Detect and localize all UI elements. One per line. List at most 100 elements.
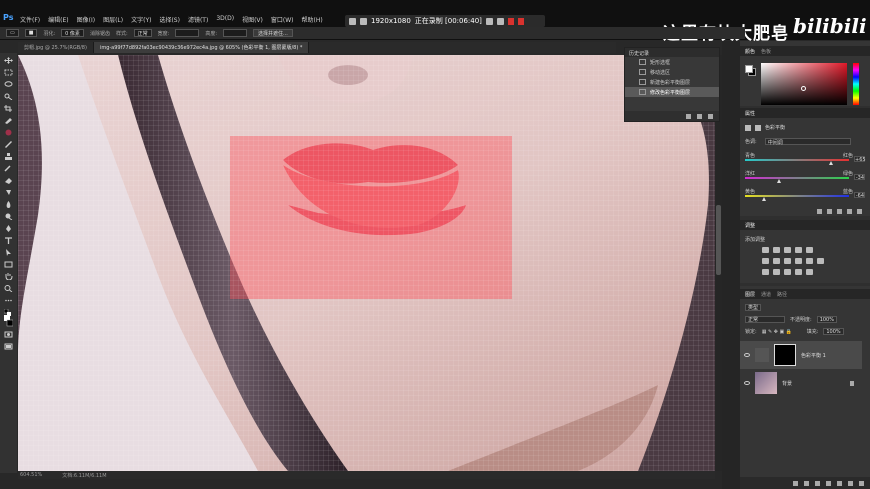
clip-to-layer-icon[interactable] — [817, 208, 822, 214]
blur-tool-icon[interactable] — [4, 201, 13, 208]
style-select[interactable]: 正常 — [133, 29, 152, 37]
slider-track[interactable] — [745, 159, 849, 161]
menu-3d[interactable]: 3D(D) — [216, 15, 234, 24]
hue-slider[interactable] — [853, 63, 859, 105]
slider-knob[interactable] — [829, 161, 834, 165]
tab-document-2[interactable]: img-a99f77d892fa03ec90439c36e972ec4a.jpg… — [93, 42, 310, 53]
type-tool-icon[interactable] — [4, 237, 13, 244]
foreground-color-swatch[interactable] — [745, 65, 753, 73]
menu-help[interactable]: 帮助(H) — [302, 15, 323, 24]
color-balance-adjust-icon[interactable] — [773, 258, 780, 264]
quick-select-tool-icon[interactable] — [4, 93, 13, 100]
reset-icon[interactable] — [837, 208, 842, 214]
magenta-green-slider[interactable]: 洋红 绿色 -34 — [745, 170, 865, 188]
new-group-icon[interactable] — [837, 480, 842, 486]
lock-options[interactable]: ▦ ✎ ✥ ▣ 🔒 — [762, 329, 802, 335]
gradient-tool-icon[interactable] — [4, 189, 13, 196]
screen-mode-icon[interactable] — [4, 343, 13, 350]
pen-icon[interactable] — [496, 17, 504, 25]
posterize-icon[interactable] — [773, 269, 780, 275]
new-adjustment-icon[interactable] — [826, 480, 831, 486]
new-layer-icon[interactable] — [848, 480, 853, 486]
scrollbar-thumb[interactable] — [716, 205, 721, 275]
yellow-blue-slider[interactable]: 黄色 蓝色 -64 — [745, 188, 865, 206]
slider-track[interactable] — [745, 177, 849, 179]
color-picker-field[interactable] — [761, 63, 847, 105]
invert-icon[interactable] — [762, 269, 769, 275]
selective-color-icon[interactable] — [806, 269, 813, 275]
history-item[interactable]: 新建色彩平衡图层 — [625, 77, 719, 87]
pause-icon[interactable] — [507, 17, 514, 25]
new-document-from-state-icon[interactable] — [686, 113, 691, 119]
layer-style-icon[interactable] — [804, 480, 809, 486]
color-lookup-icon[interactable] — [817, 258, 824, 264]
delete-layer-icon[interactable] — [859, 480, 864, 486]
marquee-tool-icon[interactable] — [4, 69, 13, 76]
tone-select[interactable]: 中间调 — [764, 138, 851, 146]
blend-mode-select[interactable]: 正常 — [745, 316, 785, 323]
rectangle-tool-icon[interactable] — [4, 261, 13, 268]
black-white-icon[interactable] — [784, 258, 791, 264]
more-tools-icon[interactable] — [4, 297, 13, 304]
eye-icon[interactable] — [744, 381, 750, 385]
clone-stamp-tool-icon[interactable] — [4, 153, 13, 160]
dodge-tool-icon[interactable] — [4, 213, 13, 220]
levels-icon[interactable] — [773, 247, 780, 253]
add-mask-icon[interactable] — [815, 480, 820, 486]
mask-icon[interactable] — [755, 124, 761, 131]
link-layers-icon[interactable] — [793, 480, 798, 486]
tab-paths[interactable]: 路径 — [777, 291, 787, 298]
slider-value-input[interactable]: +65 — [854, 156, 866, 163]
layer-kind-filter[interactable]: 类型 — [745, 304, 762, 311]
camera-icon[interactable] — [485, 17, 493, 25]
brush-tool-icon[interactable] — [4, 141, 13, 148]
zoom-tool-icon[interactable] — [4, 285, 13, 292]
layer-mask-thumbnail[interactable] — [774, 344, 796, 366]
slider-value-input[interactable]: -34 — [854, 174, 865, 181]
channel-mixer-icon[interactable] — [806, 258, 813, 264]
lasso-tool-icon[interactable] — [4, 81, 13, 88]
tab-document-1[interactable]: 剪帽.jpg @ 25.7%(RGB/8) — [18, 42, 94, 53]
slider-value-input[interactable]: -64 — [854, 192, 865, 199]
document-canvas[interactable] — [18, 55, 715, 471]
tab-channels[interactable]: 通道 — [761, 291, 771, 298]
menu-view[interactable]: 视图(V) — [242, 15, 263, 24]
curves-icon[interactable] — [784, 247, 791, 253]
height-input[interactable] — [223, 29, 248, 37]
menu-window[interactable]: 窗口(W) — [271, 15, 294, 24]
tab-swatches[interactable]: 色板 — [761, 48, 771, 55]
hand-tool-icon[interactable] — [4, 273, 13, 280]
new-selection-icon[interactable]: ■ — [24, 29, 38, 37]
menu-type[interactable]: 文字(Y) — [131, 15, 151, 24]
slider-knob[interactable] — [777, 179, 782, 183]
tab-properties[interactable]: 属性 — [745, 110, 755, 117]
menu-edit[interactable]: 编辑(E) — [48, 15, 68, 24]
move-tool-icon[interactable] — [4, 57, 13, 64]
fill-input[interactable]: 100% — [823, 328, 844, 335]
layer-name[interactable]: 色彩平衡 1 — [801, 352, 826, 359]
history-panel-title[interactable]: 历史记录 — [625, 48, 719, 57]
history-item-selected[interactable]: 修改色彩平衡图层 — [625, 87, 719, 97]
marquee-tool-preset-icon[interactable]: ▭ — [6, 29, 19, 37]
layer-row[interactable]: 背景 — [740, 369, 862, 397]
view-previous-icon[interactable] — [827, 208, 832, 214]
tab-color[interactable]: 颜色 — [745, 48, 755, 55]
menu-file[interactable]: 文件(F) — [20, 15, 40, 24]
path-selection-tool-icon[interactable] — [4, 249, 13, 256]
vibrance-icon[interactable] — [806, 247, 813, 253]
eye-icon[interactable] — [744, 353, 750, 357]
menu-image[interactable]: 图像(I) — [77, 15, 95, 24]
exposure-icon[interactable] — [795, 247, 802, 253]
gradient-map-icon[interactable] — [795, 269, 802, 275]
slider-knob[interactable] — [761, 197, 766, 201]
select-and-mask-button[interactable]: 选择并遮住... — [253, 29, 293, 37]
feather-input[interactable]: 0 像素 — [61, 29, 84, 37]
cyan-red-slider[interactable]: 青色 红色 +65 — [745, 152, 866, 170]
zoom-readout[interactable]: 604.51% — [20, 472, 42, 478]
delete-adjustment-icon[interactable] — [857, 208, 862, 214]
menu-select[interactable]: 选择(S) — [159, 15, 180, 24]
width-input[interactable] — [175, 29, 200, 37]
healing-brush-tool-icon[interactable] — [4, 129, 13, 136]
antialias-checkbox[interactable]: 消除锯齿 — [90, 30, 110, 37]
history-item[interactable]: 矩形选框 — [625, 57, 719, 67]
